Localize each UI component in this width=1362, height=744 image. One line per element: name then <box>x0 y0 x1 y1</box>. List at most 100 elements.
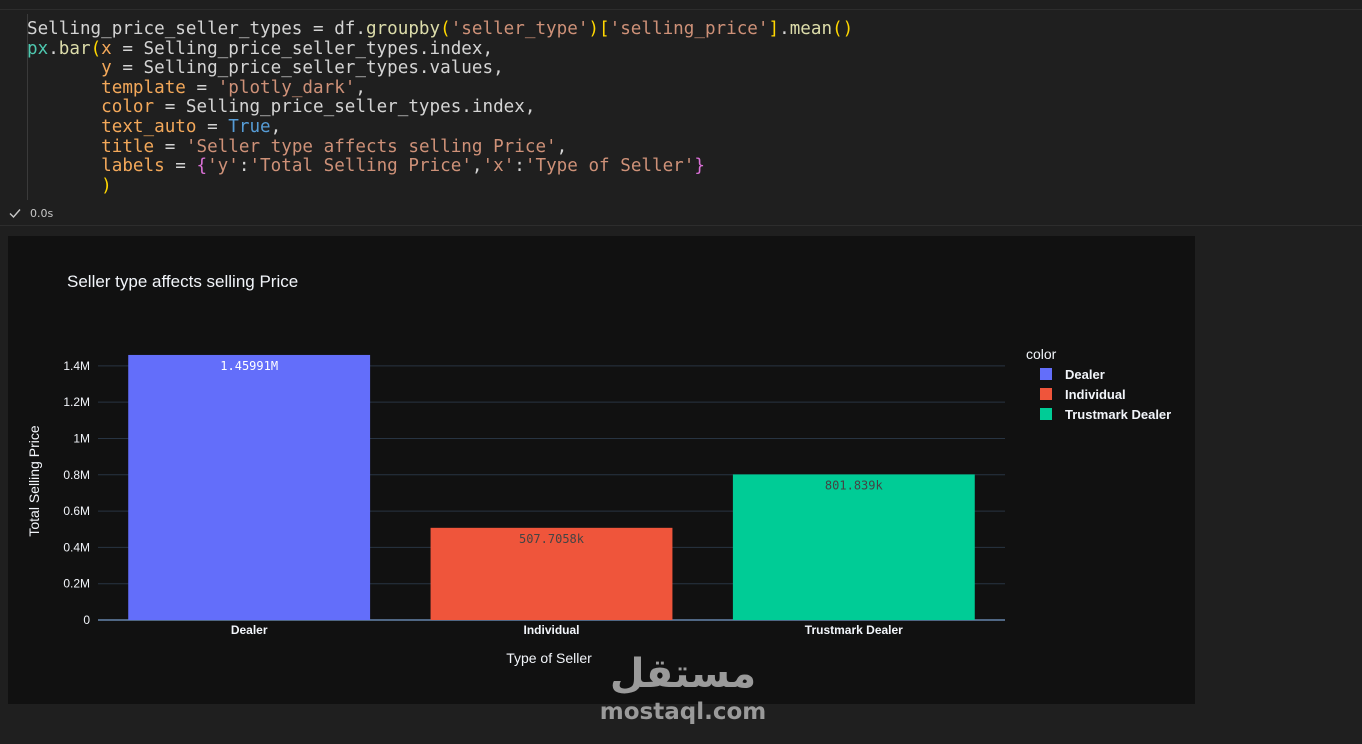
x-tick-labels: Dealer Individual Trustmark Dealer <box>231 623 903 637</box>
bar-chart[interactable]: Seller type affects selling Price 00.2M0… <box>8 236 1195 704</box>
execution-status: 0.0s <box>8 206 53 220</box>
code-line: px.bar(x = Selling_price_seller_types.in… <box>27 38 853 60</box>
code-token: = <box>154 136 186 157</box>
y-tick-label: 0.6M <box>63 504 90 518</box>
y-tick-label: 1M <box>73 431 90 445</box>
y-tick-label: 0 <box>83 613 90 627</box>
code-cell[interactable]: Selling_price_seller_types = df.groupby(… <box>27 19 854 197</box>
code-token: { <box>196 156 208 177</box>
watermark-logo: مستقل mostaql.com <box>598 648 768 730</box>
code-token: template <box>101 77 186 98</box>
bars: 1.45991M 507.7058k 801.839k <box>128 354 975 620</box>
chart-title: Seller type affects selling Price <box>67 272 298 291</box>
code-token: 'Type of Seller' <box>524 156 695 177</box>
y-tick-label: 0.4M <box>63 540 90 554</box>
code-token: = Selling_price_seller_types.index, <box>111 38 494 59</box>
code-token: labels <box>101 156 165 177</box>
code-token: px <box>27 38 49 59</box>
legend-swatch <box>1040 408 1052 420</box>
code-line: text_auto = True, <box>27 116 853 138</box>
code-token: text_auto <box>101 116 197 137</box>
watermark-latin: mostaql.com <box>599 699 767 725</box>
code-line: template = 'plotly_dark', <box>27 77 853 99</box>
code-token: , <box>355 77 366 98</box>
code-token: 'selling_price' <box>609 19 769 39</box>
code-token: = <box>313 19 335 39</box>
y-tick-label: 1.2M <box>63 395 90 409</box>
code-line: ) <box>27 175 853 197</box>
code-token: , <box>270 116 282 137</box>
code-token: ] <box>768 19 780 39</box>
top-border <box>0 9 1362 10</box>
code-token: ( <box>440 19 451 39</box>
legend-label: Trustmark Dealer <box>1065 407 1171 422</box>
code-token: groupby <box>365 19 441 39</box>
code-line: labels = {'y':'Total Selling Price','x':… <box>27 156 853 177</box>
code-token: = <box>164 156 197 177</box>
legend-item[interactable]: Individual <box>1040 387 1126 402</box>
code-token: color <box>101 97 155 118</box>
legend-label: Individual <box>1065 387 1126 402</box>
y-tick-labels: 0 0.2M 0.4M 0.6M 0.8M 1M 1.2M 1.4M <box>63 359 90 627</box>
code-token: 'y' <box>207 156 239 177</box>
legend-title: color <box>1026 346 1057 362</box>
code-token: Selling_price_seller_types <box>27 19 313 39</box>
x-axis-label: Type of Seller <box>506 650 592 666</box>
code-token: 'Seller type affects selling Price' <box>185 136 557 157</box>
code-token: mean <box>789 19 833 39</box>
code-token: 'x' <box>482 156 515 177</box>
code-token: , <box>556 136 568 157</box>
code-line: y = Selling_price_seller_types.values, <box>27 58 853 79</box>
code-token: ) <box>588 19 600 39</box>
code-token: = <box>196 116 229 137</box>
code-token: x <box>101 38 112 59</box>
legend-item[interactable]: Dealer <box>1040 367 1105 382</box>
output-separator <box>0 225 1362 226</box>
code-token: df. <box>334 19 366 39</box>
check-icon <box>9 209 21 219</box>
bar-trustmark-dealer[interactable] <box>732 474 975 620</box>
y-tick-label: 0.8M <box>63 468 90 482</box>
code-token: : <box>238 156 250 177</box>
code-token: ) <box>101 175 112 196</box>
code-token: title <box>101 136 155 157</box>
legend[interactable]: color Dealer Individual Trustmark Dealer <box>1026 346 1171 422</box>
bar-dealer[interactable] <box>128 354 371 620</box>
legend-swatch <box>1040 388 1052 400</box>
code-line: title = 'Seller type affects selling Pri… <box>27 136 853 158</box>
y-tick-label: 1.4M <box>63 359 90 373</box>
legend-label: Dealer <box>1065 367 1105 382</box>
code-token: , <box>471 156 483 177</box>
execution-duration: 0.0s <box>30 206 54 220</box>
code-token: y <box>101 58 112 79</box>
legend-item[interactable]: Trustmark Dealer <box>1040 407 1171 422</box>
code-token: = Selling_price_seller_types.values, <box>111 58 504 79</box>
y-axis-label: Total Selling Price <box>26 425 42 536</box>
code-token: . <box>48 38 59 59</box>
code-token: = Selling_price_seller_types.index, <box>154 97 536 118</box>
code-token: True <box>228 116 271 137</box>
code-line: Selling_price_seller_types = df.groupby(… <box>27 19 854 40</box>
data-label: 1.45991M <box>220 359 278 373</box>
code-token: = <box>185 77 218 98</box>
code-token: : <box>514 156 525 177</box>
x-tick-label: Individual <box>523 623 579 637</box>
data-label: 801.839k <box>825 478 884 492</box>
plot-output[interactable]: Seller type affects selling Price 0 0.2M 0… <box>8 236 1195 704</box>
code-token: [ <box>599 19 610 39</box>
x-tick-label: Trustmark Dealer <box>805 623 903 637</box>
code-token: 'Total Selling Price' <box>249 156 472 177</box>
code-token: 'seller_type' <box>450 19 589 39</box>
y-tick-label: 0.2M <box>63 577 90 591</box>
code-token: } <box>694 156 705 177</box>
watermark-arabic: مستقل <box>609 651 757 697</box>
code-token: () <box>832 19 854 39</box>
code-token: ( <box>90 38 102 59</box>
data-label: 507.7058k <box>519 532 585 546</box>
